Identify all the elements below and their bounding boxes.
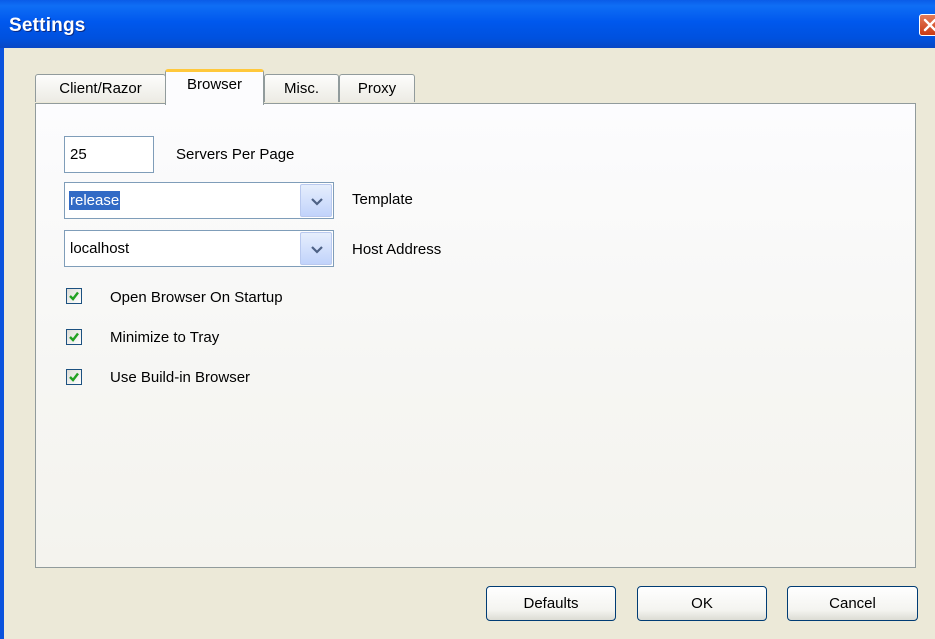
checkmark-icon: [69, 291, 79, 301]
template-label: Template: [352, 191, 413, 208]
ok-button-label: OK: [691, 595, 713, 612]
checkmark-icon: [69, 332, 79, 342]
tab-client-razor[interactable]: Client/Razor: [35, 74, 166, 102]
defaults-button[interactable]: Defaults: [486, 586, 616, 621]
defaults-button-label: Defaults: [523, 595, 579, 612]
servers-per-page-label: Servers Per Page: [176, 146, 295, 163]
cancel-button[interactable]: Cancel: [787, 586, 918, 621]
template-select[interactable]: release: [64, 182, 334, 219]
close-button[interactable]: [919, 14, 935, 36]
tab-proxy[interactable]: Proxy: [339, 74, 415, 102]
host-address-select[interactable]: localhost: [64, 230, 334, 267]
use-build-in-browser-label[interactable]: Use Build-in Browser: [110, 369, 250, 386]
tab-misc[interactable]: Misc.: [264, 74, 339, 102]
ok-button[interactable]: OK: [637, 586, 767, 621]
chevron-down-icon: [311, 246, 323, 254]
template-dropdown-button[interactable]: [300, 184, 332, 217]
tab-label: Misc.: [284, 80, 319, 97]
template-value: release: [69, 191, 121, 210]
host-address-value: localhost: [70, 240, 130, 257]
servers-per-page-value: 25: [70, 146, 87, 163]
tab-browser[interactable]: Browser: [165, 69, 264, 105]
browser-tab-panel: 25 Servers Per Page release Template loc…: [35, 103, 916, 568]
tab-label: Browser: [186, 76, 242, 93]
title-bar[interactable]: Settings: [0, 0, 935, 48]
tab-label: Client/Razor: [59, 80, 142, 97]
close-icon: [923, 18, 935, 32]
tab-label: Proxy: [357, 80, 397, 97]
host-address-dropdown-button[interactable]: [300, 232, 332, 265]
chevron-down-icon: [311, 198, 323, 206]
open-browser-on-startup-label[interactable]: Open Browser On Startup: [110, 289, 283, 306]
host-address-label: Host Address: [352, 241, 442, 258]
window-title: Settings: [9, 15, 86, 36]
cancel-button-label: Cancel: [829, 595, 876, 612]
minimize-to-tray-checkbox[interactable]: [66, 329, 82, 345]
minimize-to-tray-label[interactable]: Minimize to Tray: [110, 329, 219, 346]
checkmark-icon: [69, 372, 79, 382]
use-build-in-browser-checkbox[interactable]: [66, 369, 82, 385]
settings-window: Settings Client/Razor Browser Misc. Prox…: [0, 0, 935, 639]
servers-per-page-input[interactable]: 25: [64, 136, 154, 173]
open-browser-on-startup-checkbox[interactable]: [66, 288, 82, 304]
window-frame-left: [0, 48, 4, 639]
